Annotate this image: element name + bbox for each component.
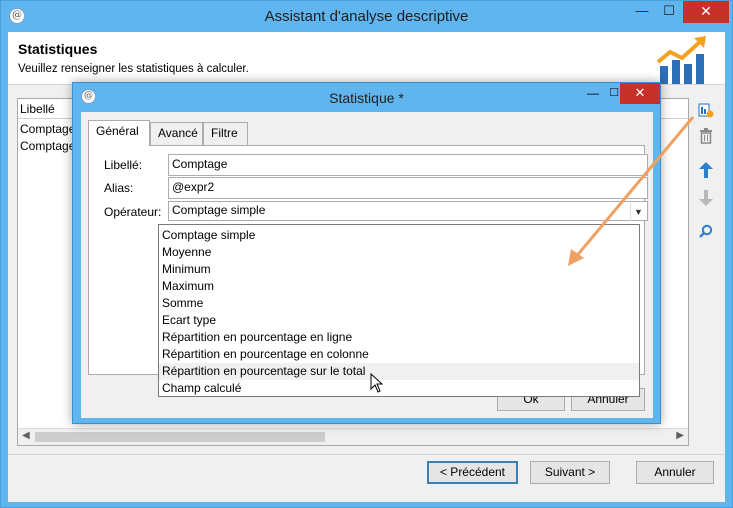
- dialog-minimize-button[interactable]: —: [581, 84, 605, 102]
- operator-option[interactable]: Répartition en pourcentage en colonne: [159, 346, 639, 363]
- label-field[interactable]: Comptage: [168, 154, 648, 176]
- horizontal-scrollbar[interactable]: ◀ ▶: [18, 428, 688, 445]
- dialog-title: Statistique *: [329, 90, 404, 106]
- wizard-header: Statistiques Veuillez renseigner les sta…: [8, 32, 725, 85]
- alias-caption: Alias:: [104, 181, 134, 195]
- dialog-close-button[interactable]: ✕: [620, 83, 660, 104]
- statistics-chart-icon: [656, 36, 706, 84]
- mouse-pointer-icon: [370, 373, 384, 393]
- operator-option[interactable]: Maximum: [159, 278, 639, 295]
- operator-selected-value: Comptage simple: [172, 203, 266, 217]
- window-titlebar[interactable]: @ Assistant d'analyse descriptive — ☐ ✕: [1, 1, 732, 32]
- delete-icon[interactable]: [696, 128, 716, 148]
- cancel-button[interactable]: Annuler: [636, 461, 714, 484]
- operator-option[interactable]: Comptage simple: [159, 227, 639, 244]
- operator-select[interactable]: Comptage simple ▼: [168, 201, 648, 221]
- scroll-left-icon[interactable]: ◀: [22, 430, 30, 441]
- tab-general[interactable]: Général: [88, 120, 150, 146]
- footer-separator: [8, 454, 725, 455]
- page-subtitle: Veuillez renseigner les statistiques à c…: [18, 63, 249, 75]
- operator-option[interactable]: Répartition en pourcentage en ligne: [159, 329, 639, 346]
- operator-option[interactable]: Minimum: [159, 261, 639, 278]
- minimize-button[interactable]: —: [629, 1, 655, 23]
- add-icon[interactable]: [696, 102, 716, 122]
- previous-button[interactable]: < Précédent: [427, 461, 518, 484]
- next-button[interactable]: Suivant >: [530, 461, 610, 484]
- move-down-icon[interactable]: [696, 190, 716, 210]
- tab-advanced[interactable]: Avancé: [150, 122, 203, 145]
- label-caption: Libellé:: [104, 158, 143, 172]
- search-icon[interactable]: [696, 224, 716, 244]
- chevron-down-icon[interactable]: ▼: [630, 203, 646, 221]
- column-header-label[interactable]: Libellé: [20, 102, 55, 116]
- list-item[interactable]: Comptage: [20, 139, 75, 153]
- operator-option[interactable]: Ecart type: [159, 312, 639, 329]
- operator-dropdown-list[interactable]: Comptage simple Moyenne Minimum Maximum …: [158, 224, 640, 397]
- alias-field[interactable]: @expr2: [168, 177, 648, 199]
- operator-caption: Opérateur:: [104, 205, 162, 219]
- scrollbar-thumb[interactable]: [35, 432, 325, 442]
- tab-filter[interactable]: Filtre: [203, 122, 248, 145]
- window-title: Assistant d'analyse descriptive: [264, 8, 469, 25]
- move-up-icon[interactable]: [696, 162, 716, 182]
- operator-option[interactable]: Somme: [159, 295, 639, 312]
- operator-option-hovered[interactable]: Répartition en pourcentage sur le total: [159, 363, 639, 380]
- operator-option[interactable]: Champ calculé: [159, 380, 639, 397]
- list-item[interactable]: Comptage: [20, 122, 75, 136]
- maximize-button[interactable]: ☐: [656, 1, 682, 23]
- close-button[interactable]: ✕: [683, 1, 729, 23]
- dialog-maximize-button[interactable]: ☐: [607, 84, 621, 102]
- scroll-right-icon[interactable]: ▶: [676, 430, 684, 441]
- page-title: Statistiques: [18, 41, 98, 57]
- operator-option[interactable]: Moyenne: [159, 244, 639, 261]
